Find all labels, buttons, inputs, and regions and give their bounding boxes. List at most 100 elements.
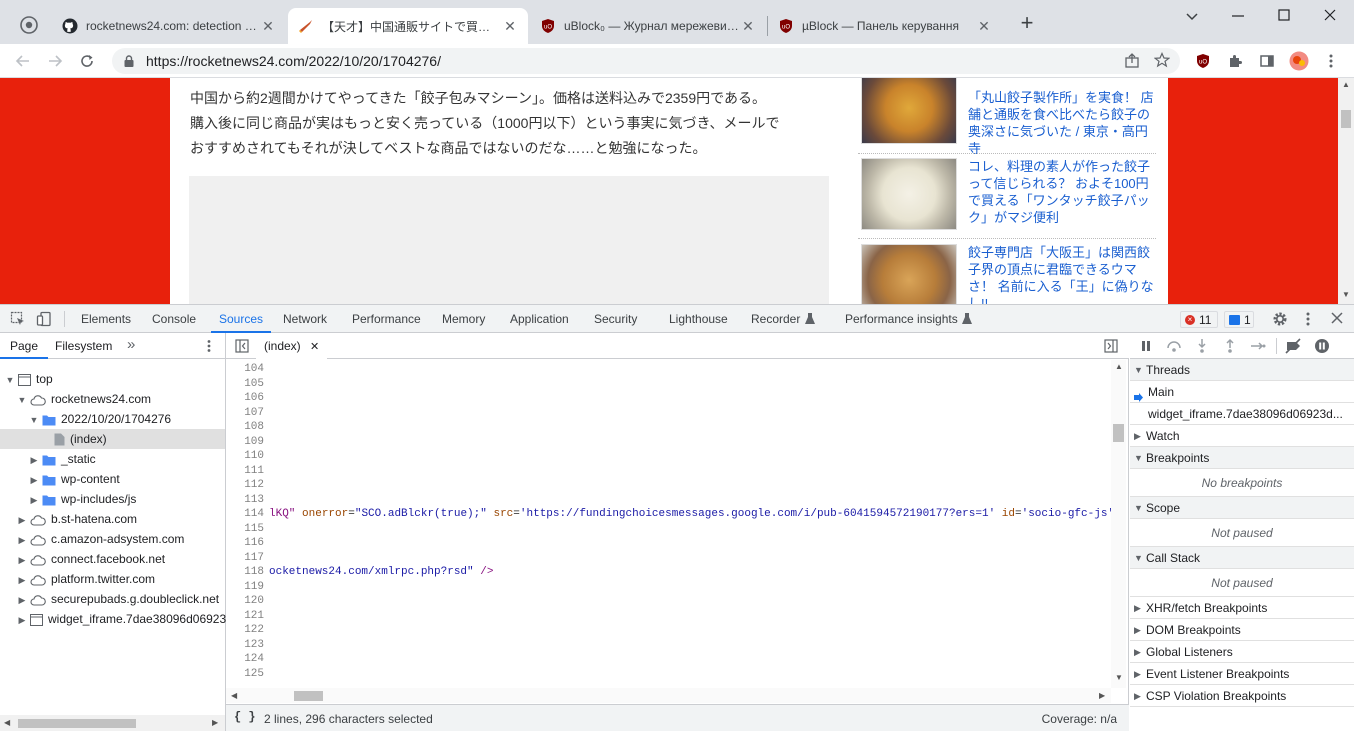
minimize-icon[interactable] <box>1230 8 1246 24</box>
lock-icon[interactable] <box>122 54 136 68</box>
related-title[interactable]: 「丸山餃子製作所」を実食！ 店 舗と通販を食べ比べたら餃子の 奥深さに気づいた … <box>968 78 1156 157</box>
address-bar[interactable]: https://rocketnews24.com/2022/10/20/1704… <box>112 48 1180 74</box>
nav-hscrollbar[interactable]: ◀ ▶ <box>0 715 225 731</box>
nav-tab-filesystem[interactable]: Filesystem <box>55 333 112 359</box>
thread-widget-iframe[interactable]: widget_iframe.7dae38096d06923d... <box>1130 403 1354 425</box>
watch-section-header[interactable]: ▶ Watch <box>1130 425 1354 447</box>
editor-scroll-down-icon[interactable]: ▼ <box>1115 673 1123 682</box>
line-number[interactable]: 119 <box>228 581 264 593</box>
tab-close-icon[interactable]: ✕ <box>976 18 992 35</box>
tab-memory[interactable]: Memory <box>442 305 485 333</box>
code-line[interactable]: ocketnews24.com/xmlrpc.php?rsd" /> <box>269 566 1111 578</box>
expanded-arrow-icon[interactable]: ▼ <box>28 410 40 430</box>
tab-recorder[interactable]: Recorder <box>751 305 800 333</box>
file-tree-item[interactable]: ▶ _static <box>0 449 225 469</box>
tab-elements[interactable]: Elements <box>81 305 131 333</box>
ublock-extension-icon[interactable]: uO <box>1192 50 1214 72</box>
tab-1[interactable]: 【天才】中国通販サイトで買った「餃子 ✕ <box>288 8 528 44</box>
expanded-arrow-icon[interactable]: ▼ <box>4 370 16 390</box>
tab-3[interactable]: uO µBlock — Панель керування ✕ <box>768 8 1002 44</box>
step-into-icon[interactable] <box>1196 338 1208 354</box>
collapsed-arrow-icon[interactable]: ▶ <box>16 610 28 630</box>
nav-more-tabs-icon[interactable]: » <box>127 333 135 359</box>
line-number[interactable]: 118 <box>228 566 264 578</box>
step-icon[interactable] <box>1250 339 1266 353</box>
related-title[interactable]: 餃子専門店「大阪王」は関西餃 子界の頂点に君臨できるウマ さ！ 名前に入る「王」… <box>968 244 1156 304</box>
related-article[interactable]: 餃子専門店「大阪王」は関西餃 子界の頂点に君臨できるウマ さ！ 名前に入る「王」… <box>858 244 1154 304</box>
callstack-section-header[interactable]: ▼ Call Stack <box>1130 547 1354 569</box>
editor-scroll-thumb[interactable] <box>1113 424 1124 442</box>
collapsed-arrow-icon[interactable]: ▶ <box>16 510 28 530</box>
related-thumbnail[interactable] <box>861 244 957 304</box>
file-tree-item[interactable]: ▼ top <box>0 369 225 389</box>
line-number[interactable]: 116 <box>228 537 264 549</box>
tab-close-icon[interactable]: ✕ <box>740 18 756 35</box>
tab-network[interactable]: Network <box>283 305 327 333</box>
toggle-debugger-icon[interactable] <box>1104 339 1118 353</box>
close-file-icon[interactable]: ✕ <box>310 341 319 353</box>
forward-icon[interactable] <box>44 50 66 72</box>
window-close-icon[interactable] <box>1322 7 1338 23</box>
file-tree-item[interactable]: ▶ b.st-hatena.com <box>0 509 225 529</box>
file-tree-item[interactable]: ▶ widget_iframe.7dae38096d06923 <box>0 609 227 630</box>
line-number[interactable]: 117 <box>228 552 264 564</box>
nav-menu-icon[interactable] <box>203 339 215 353</box>
collapsed-arrow-icon[interactable]: ▶ <box>28 470 40 490</box>
message-count-badge[interactable]: 1 <box>1224 311 1254 328</box>
line-number[interactable]: 105 <box>228 378 264 390</box>
deactivate-breakpoints-icon[interactable] <box>1284 338 1302 354</box>
tab-security[interactable]: Security <box>594 305 637 333</box>
inspect-element-icon[interactable] <box>10 311 26 327</box>
file-tree-item[interactable]: ▶ c.amazon-adsystem.com <box>0 529 225 549</box>
extensions-puzzle-icon[interactable] <box>1224 50 1246 72</box>
nav-scroll-thumb[interactable] <box>18 719 136 728</box>
devtools-more-icon[interactable] <box>1302 311 1314 327</box>
editor-scroll-left-icon[interactable]: ◀ <box>231 691 237 700</box>
tab-0[interactable]: rocketnews24.com: detection · Iss ✕ <box>52 8 286 44</box>
collapsed-arrow-icon[interactable]: ▶ <box>16 530 28 550</box>
line-number[interactable]: 120 <box>228 595 264 607</box>
file-tree-item[interactable]: ▼ rocketnews24.com <box>0 389 225 409</box>
nav-scroll-right-icon[interactable]: ▶ <box>212 718 218 727</box>
devtools-settings-icon[interactable] <box>1272 311 1288 327</box>
pause-on-exceptions-icon[interactable] <box>1314 338 1330 354</box>
collapsed-arrow-icon[interactable]: ▶ <box>28 490 40 510</box>
tab-search-icon[interactable] <box>1184 8 1200 24</box>
editor-scroll-right-icon[interactable]: ▶ <box>1099 691 1105 700</box>
line-number[interactable]: 107 <box>228 407 264 419</box>
side-panel-icon[interactable] <box>1256 50 1278 72</box>
error-count-badge[interactable]: × 11 <box>1180 311 1218 328</box>
tab-2[interactable]: uO uBlock₀ — Журнал мережевих з ✕ <box>530 8 766 44</box>
nav-scroll-left-icon[interactable]: ◀ <box>4 718 10 727</box>
devtools-close-icon[interactable] <box>1330 311 1344 327</box>
code-line[interactable]: lKQ" onerror="SCO.adBlckr(true);" src='h… <box>269 508 1111 520</box>
xhr-breakpoints-section-header[interactable]: ▶ XHR/fetch Breakpoints <box>1130 597 1354 619</box>
dom-breakpoints-section-header[interactable]: ▶ DOM Breakpoints <box>1130 619 1354 641</box>
profile-avatar[interactable] <box>1288 50 1310 72</box>
line-number[interactable]: 114 <box>228 508 264 520</box>
line-number[interactable]: 112 <box>228 479 264 491</box>
related-thumbnail[interactable] <box>861 158 957 230</box>
back-icon[interactable] <box>12 50 34 72</box>
step-over-icon[interactable] <box>1166 339 1182 353</box>
expanded-arrow-icon[interactable]: ▼ <box>16 390 28 410</box>
tab-sources[interactable]: Sources <box>211 305 272 333</box>
page-scroll-down-icon[interactable]: ▼ <box>1342 290 1350 299</box>
page-scrollbar[interactable]: ▲ ▼ <box>1338 78 1354 304</box>
url-text[interactable]: https://rocketnews24.com/2022/10/20/1704… <box>146 53 441 69</box>
thread-main[interactable]: Main <box>1130 381 1354 403</box>
maximize-icon[interactable] <box>1276 7 1292 23</box>
open-file-tab[interactable]: (index) ✕ <box>256 333 328 359</box>
toggle-navigator-icon[interactable] <box>235 339 249 353</box>
file-tree-item[interactable]: ▶ platform.twitter.com <box>0 569 225 589</box>
tab-application[interactable]: Application <box>510 305 569 333</box>
tab-performance[interactable]: Performance <box>352 305 421 333</box>
file-tree-item[interactable]: ▶ securepubads.g.doubleclick.net <box>0 589 225 609</box>
new-tab-button[interactable]: + <box>1016 12 1038 34</box>
event-listener-breakpoints-section-header[interactable]: ▶ Event Listener Breakpoints <box>1130 663 1354 685</box>
line-number[interactable]: 108 <box>228 421 264 433</box>
related-article[interactable]: 「丸山餃子製作所」を実食！ 店 舗と通販を食べ比べたら餃子の 奥深さに気づいた … <box>858 78 1154 156</box>
line-number[interactable]: 115 <box>228 523 264 535</box>
related-article[interactable]: コレ、料理の素人が作った餃子 って信じられる？ およそ100円 で買える「ワンタ… <box>858 158 1154 236</box>
collapsed-arrow-icon[interactable]: ▶ <box>28 450 40 470</box>
